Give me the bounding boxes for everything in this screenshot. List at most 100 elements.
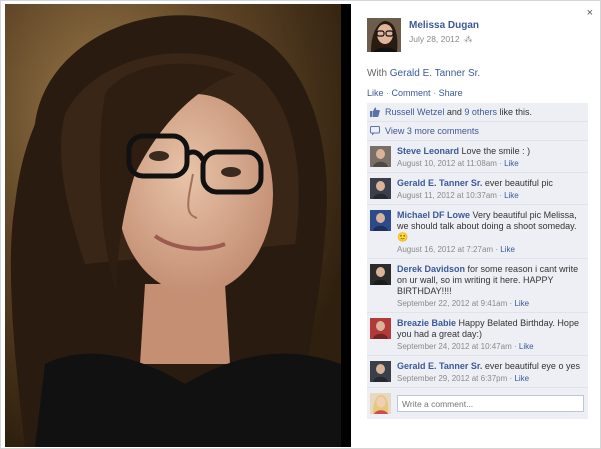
- commenter-avatar-image: [373, 267, 388, 285]
- comment-timestamp[interactable]: September 22, 2012 at 9:41am: [397, 299, 507, 308]
- comment-text: ever beautiful pic: [484, 178, 553, 188]
- comment-body: Breazie Babie Happy Belated Birthday. Ho…: [397, 318, 584, 352]
- comment-item: Gerald E. Tanner Sr. ever beautiful eye …: [367, 356, 588, 388]
- comment-body: Steve Leonard Love the smile : ) August 1…: [397, 146, 584, 169]
- liker-link[interactable]: Russell Wetzel: [385, 107, 444, 117]
- author-name[interactable]: Melissa Dugan: [409, 20, 479, 31]
- others-link[interactable]: 9 others: [464, 107, 497, 117]
- separator: ·: [509, 299, 513, 308]
- comment-like-link[interactable]: Like: [514, 299, 529, 308]
- tagged-person-link[interactable]: Gerald E. Tanner Sr.: [390, 68, 480, 79]
- commenter-avatar[interactable]: [370, 318, 391, 339]
- comment-like-link[interactable]: Like: [519, 342, 534, 351]
- comment-timestamp[interactable]: September 29, 2012 at 6:37pm: [397, 374, 507, 383]
- comment-bubble-icon: [370, 126, 380, 136]
- comments-list: Steve Leonard Love the smile : ) August 1…: [367, 141, 588, 388]
- comment-text: ever beautiful eye o yes: [484, 361, 580, 371]
- author-meta: Melissa Dugan July 28, 2012 ⁂: [409, 18, 479, 52]
- commenter-avatar[interactable]: [370, 178, 391, 199]
- comment-body: Derek Davidson for some reason i cant wr…: [397, 264, 584, 309]
- comment-like-link[interactable]: Like: [504, 191, 519, 200]
- commenter-name-link[interactable]: Gerald E. Tanner Sr.: [397, 178, 482, 188]
- comment-text-line: Gerald E. Tanner Sr. ever beautiful pic: [397, 178, 584, 189]
- commenter-avatar[interactable]: [370, 210, 391, 231]
- commenter-avatar[interactable]: [370, 361, 391, 382]
- separator: ·: [509, 374, 513, 383]
- separator: ·: [499, 159, 502, 168]
- photo-stage: [5, 4, 351, 447]
- commenter-avatar[interactable]: [370, 146, 391, 167]
- likes-suffix: like this.: [499, 107, 532, 117]
- comment-like-link[interactable]: Like: [500, 245, 515, 254]
- separator: ·: [495, 245, 498, 254]
- share-link[interactable]: Share: [439, 88, 463, 98]
- commenter-avatar-image: [373, 213, 388, 231]
- comment-text-line: Breazie Babie Happy Belated Birthday. Ho…: [397, 318, 584, 340]
- author-avatar-image: [367, 18, 401, 52]
- commenter-name-link[interactable]: Gerald E. Tanner Sr.: [397, 361, 482, 371]
- comment-body: Gerald E. Tanner Sr. ever beautiful pic A…: [397, 178, 584, 201]
- comment-item: Breazie Babie Happy Belated Birthday. Ho…: [367, 313, 588, 356]
- comment-text-line: Gerald E. Tanner Sr. ever beautiful eye …: [397, 361, 584, 372]
- comment-timestamp[interactable]: August 11, 2012 at 10:37am: [397, 191, 497, 200]
- comment-meta: September 24, 2012 at 10:47am · Like: [397, 341, 584, 352]
- commenter-avatar-image: [373, 364, 388, 382]
- comment-item: Gerald E. Tanner Sr. ever beautiful pic A…: [367, 173, 588, 205]
- likes-summary: Russell Wetzel and 9 others like this.: [367, 103, 588, 122]
- comment-text: Love the smile : ): [461, 146, 531, 156]
- comment-meta: August 16, 2012 at 7:27am · Like: [397, 244, 584, 255]
- comment-like-link[interactable]: Like: [504, 159, 519, 168]
- comment-timestamp[interactable]: August 10, 2012 at 11:08am: [397, 159, 497, 168]
- comment-link[interactable]: Comment: [392, 88, 431, 98]
- separator: ·: [499, 191, 502, 200]
- comment-timestamp[interactable]: September 24, 2012 at 10:47am: [397, 342, 512, 351]
- commenter-avatar[interactable]: [370, 264, 391, 285]
- comment-text-line: Michael DF Lowe Very beautiful pic Melis…: [397, 210, 584, 243]
- commenter-name-link[interactable]: Derek Davidson: [397, 264, 465, 274]
- with-prefix: With: [367, 68, 387, 79]
- author-avatar[interactable]: [367, 18, 401, 52]
- comment-text-line: Derek Davidson for some reason i cant wr…: [397, 264, 584, 297]
- viewer-avatar-image: [370, 393, 391, 414]
- commenter-name-link[interactable]: Michael DF Lowe: [397, 210, 470, 220]
- comment-item: Derek Davidson for some reason i cant wr…: [367, 259, 588, 313]
- post-actions: Like · Comment · Share: [367, 88, 463, 98]
- separator: ·: [513, 342, 517, 351]
- comment-item: Michael DF Lowe Very beautiful pic Melis…: [367, 205, 588, 259]
- comment-composer: [367, 388, 588, 419]
- profile-photo[interactable]: [5, 4, 341, 447]
- commenter-avatar-image: [373, 181, 388, 199]
- comment-body: Gerald E. Tanner Sr. ever beautiful eye …: [397, 361, 584, 384]
- separator: ·: [386, 88, 390, 98]
- comment-body: Michael DF Lowe Very beautiful pic Melis…: [397, 210, 584, 255]
- comment-item: Steve Leonard Love the smile : ) August 1…: [367, 141, 588, 173]
- comment-meta: September 29, 2012 at 6:37pm · Like: [397, 373, 584, 384]
- likes-joiner: and: [446, 107, 462, 117]
- commenter-name-link[interactable]: Steve Leonard: [397, 146, 459, 156]
- commenter-avatar-image: [373, 321, 388, 339]
- post-date: July 28, 2012 ⁂: [409, 34, 479, 45]
- thumbs-up-icon: [370, 107, 380, 117]
- comment-timestamp[interactable]: August 16, 2012 at 7:27am: [397, 245, 493, 254]
- commenter-name-link[interactable]: Breazie Babie: [397, 318, 456, 328]
- comment-text-line: Steve Leonard Love the smile : ): [397, 146, 584, 157]
- comment-meta: September 22, 2012 at 9:41am · Like: [397, 298, 584, 309]
- comment-like-link[interactable]: Like: [514, 374, 529, 383]
- post-date-text[interactable]: July 28, 2012: [409, 34, 460, 44]
- close-icon[interactable]: ×: [587, 7, 593, 19]
- commenter-avatar-image: [373, 149, 388, 167]
- comment-meta: August 10, 2012 at 11:08am · Like: [397, 158, 584, 169]
- comment-meta: August 11, 2012 at 10:37am · Like: [397, 190, 584, 201]
- feedback-box: Russell Wetzel and 9 others like this. V…: [367, 103, 588, 419]
- info-panel: × Melissa Dugan July 28, 2012 ⁂ With Ger…: [353, 4, 599, 447]
- post-author: Melissa Dugan July 28, 2012 ⁂: [367, 18, 479, 52]
- photo-viewer: × Melissa Dugan July 28, 2012 ⁂ With Ger…: [0, 0, 601, 449]
- view-more-comments[interactable]: View 3 more comments: [367, 122, 588, 141]
- tagged-with: With Gerald E. Tanner Sr.: [367, 68, 480, 79]
- comment-input[interactable]: [397, 395, 584, 412]
- like-link[interactable]: Like: [367, 88, 384, 98]
- friends-icon[interactable]: ⁂: [464, 34, 473, 44]
- separator: ·: [433, 88, 437, 98]
- viewer-avatar: [370, 393, 391, 414]
- view-more-comments-link[interactable]: View 3 more comments: [385, 126, 479, 136]
